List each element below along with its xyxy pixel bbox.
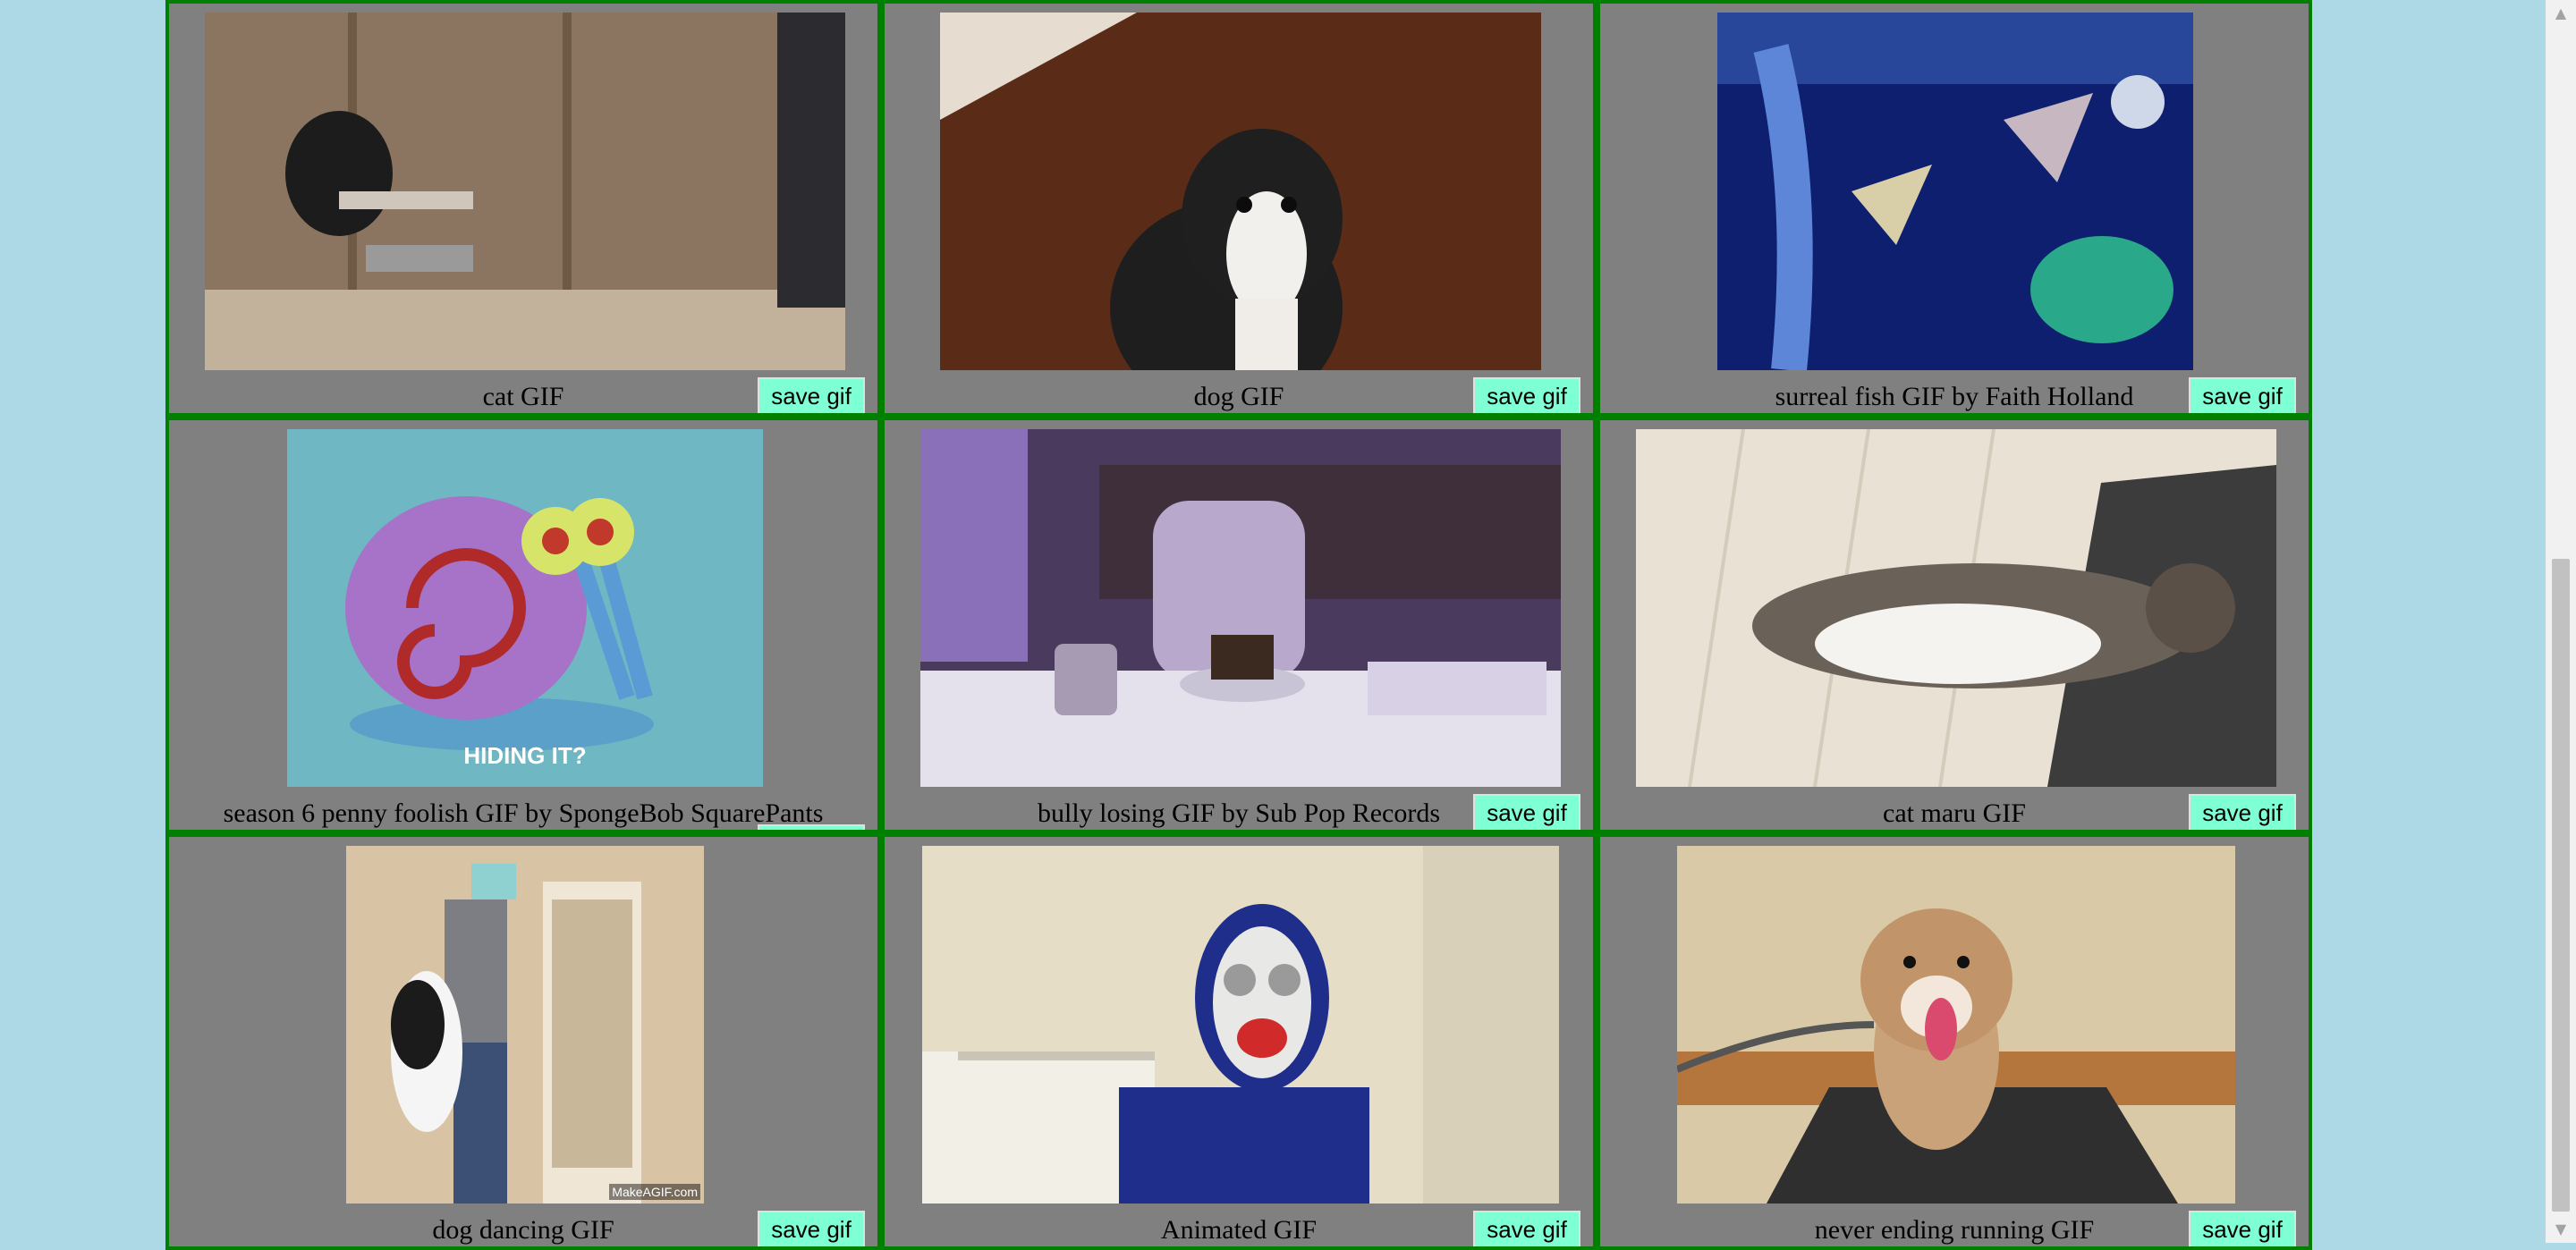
gif-image-dog-dancing[interactable]: MakeAGIF.com (346, 846, 704, 1204)
gif-card-cat-maru: cat maru GIF save gif (1597, 417, 2312, 833)
scroll-down-icon[interactable]: ▼ (2546, 1216, 2576, 1243)
gif-card-dog-dancing: MakeAGIF.com dog dancing GIF save gif (165, 833, 881, 1250)
save-gif-button[interactable]: save gif (1473, 377, 1580, 413)
gif-card-bully-losing: bully losing GIF by Sub Pop Records save… (881, 417, 1597, 833)
gif-card-cat: cat GIF save gif (165, 0, 881, 417)
scroll-up-icon[interactable]: ▲ (2546, 0, 2576, 27)
gif-image-never-ending-running[interactable] (1677, 846, 2235, 1204)
gif-overlay-text: HIDING IT? (463, 742, 587, 769)
gif-watermark: MakeAGIF.com (609, 1184, 700, 1200)
save-gif-button[interactable]: save gif (2189, 794, 2296, 830)
gif-card-never-ending-running: never ending running GIF save gif (1597, 833, 2312, 1250)
gif-image-bully-losing[interactable] (920, 429, 1561, 787)
save-gif-button[interactable]: save gif (758, 377, 865, 413)
save-gif-button[interactable]: save gif (758, 824, 865, 830)
gif-card-dog: dog GIF save gif (881, 0, 1597, 417)
gif-image-spongebob[interactable]: HIDING IT? (287, 429, 763, 787)
gif-image-animated[interactable] (922, 846, 1559, 1204)
scrollbar-thumb[interactable] (2552, 559, 2570, 1212)
gif-card-animated: Animated GIF save gif (881, 833, 1597, 1250)
gif-card-surreal-fish: surreal fish GIF by Faith Holland save g… (1597, 0, 2312, 417)
gif-image-surreal-fish[interactable] (1717, 13, 2193, 370)
save-gif-button[interactable]: save gif (2189, 377, 2296, 413)
gif-image-dog[interactable] (940, 13, 1541, 370)
save-gif-button[interactable]: save gif (1473, 794, 1580, 830)
vertical-scrollbar[interactable]: ▲ ▼ (2546, 0, 2576, 1243)
gif-card-spongebob: HIDING IT? season 6 penny foolish GIF by… (165, 417, 881, 833)
gif-grid: cat GIF save gif dog GIF save gif surrea… (165, 0, 2312, 1250)
gif-image-cat-maru[interactable] (1636, 429, 2276, 787)
gif-image-cat[interactable] (205, 13, 845, 370)
